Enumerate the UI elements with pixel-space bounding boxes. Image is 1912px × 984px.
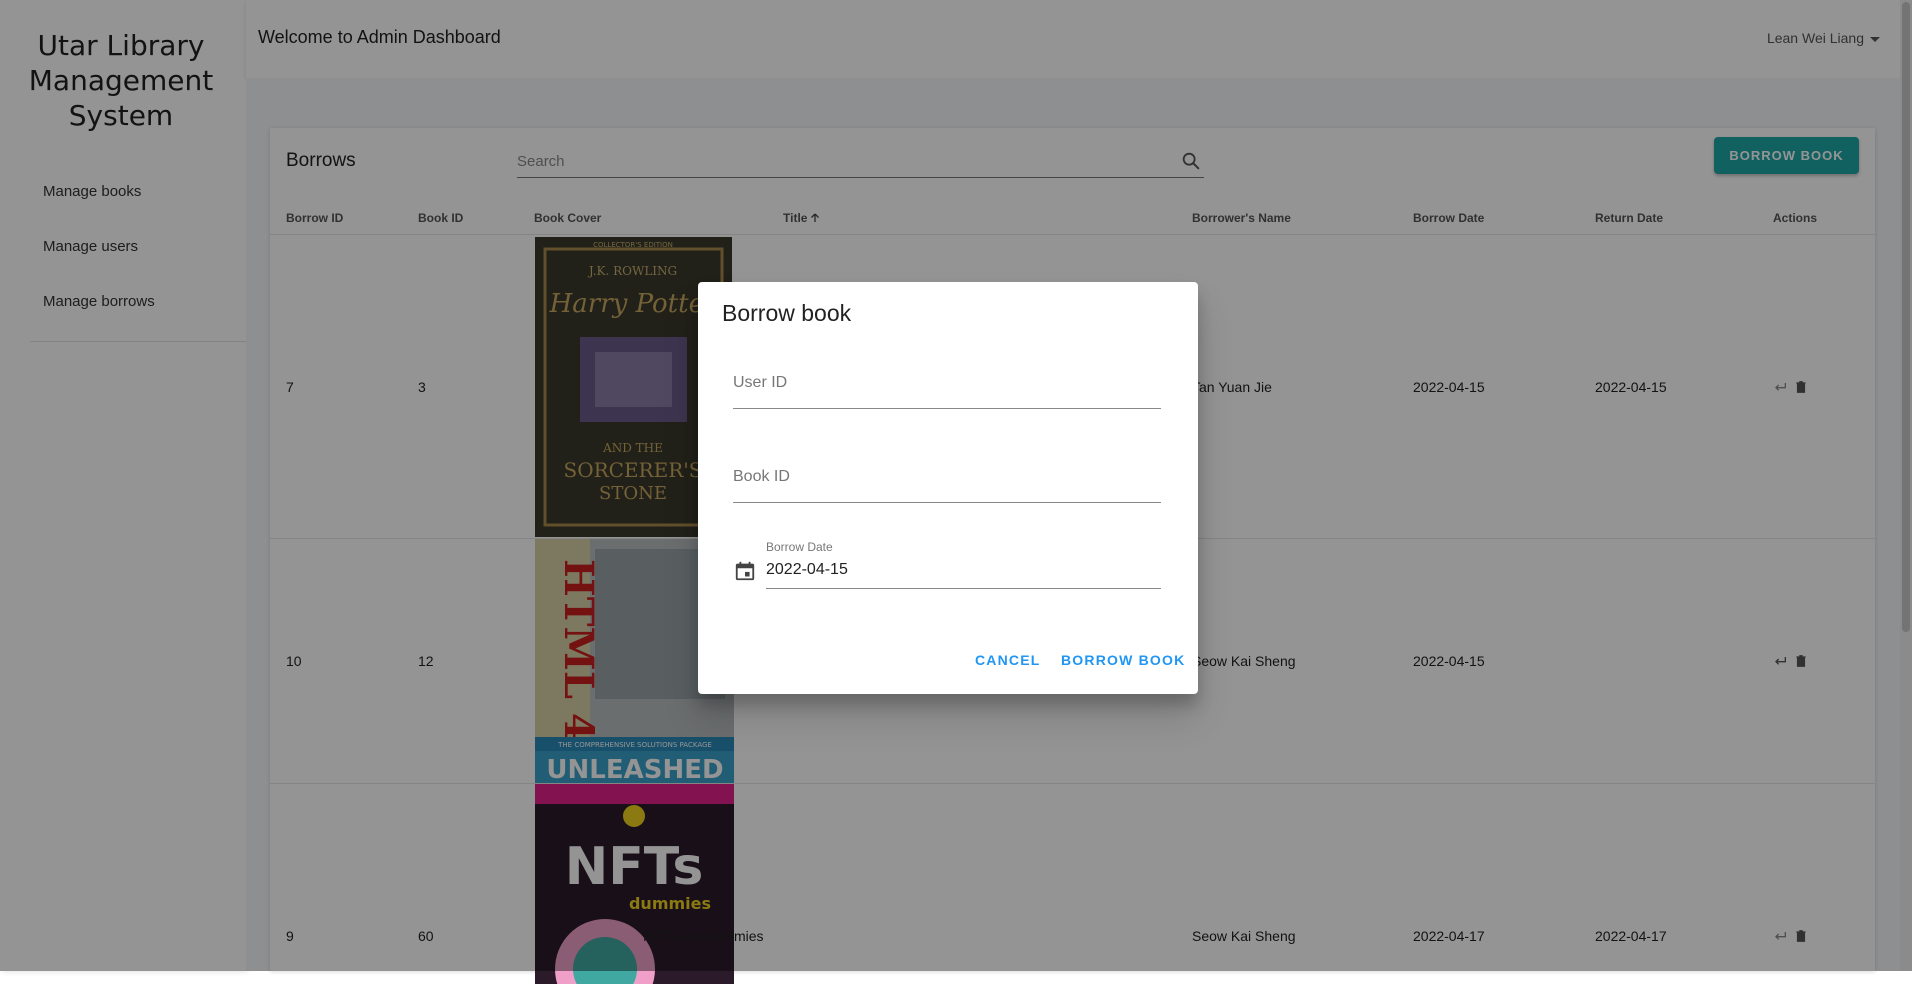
book-id-placeholder: Book ID bbox=[733, 468, 790, 485]
calendar-icon[interactable] bbox=[734, 560, 756, 582]
user-id-field[interactable]: User ID bbox=[733, 372, 1161, 409]
app-root: Utar Library Management System Manage bo… bbox=[0, 0, 1912, 984]
borrow-book-dialog: Borrow book User ID Book ID Borrow Date … bbox=[698, 282, 1198, 694]
dialog-title: Borrow book bbox=[722, 300, 852, 326]
confirm-borrow-button[interactable]: BORROW BOOK bbox=[1061, 652, 1185, 668]
borrow-date-value: 2022-04-15 bbox=[766, 561, 848, 578]
book-id-field[interactable]: Book ID bbox=[733, 466, 1161, 503]
borrow-date-field[interactable]: Borrow Date 2022-04-15 bbox=[766, 540, 1161, 589]
borrow-date-label: Borrow Date bbox=[766, 540, 833, 554]
user-id-placeholder: User ID bbox=[733, 374, 788, 391]
cancel-button[interactable]: CANCEL bbox=[975, 652, 1041, 668]
